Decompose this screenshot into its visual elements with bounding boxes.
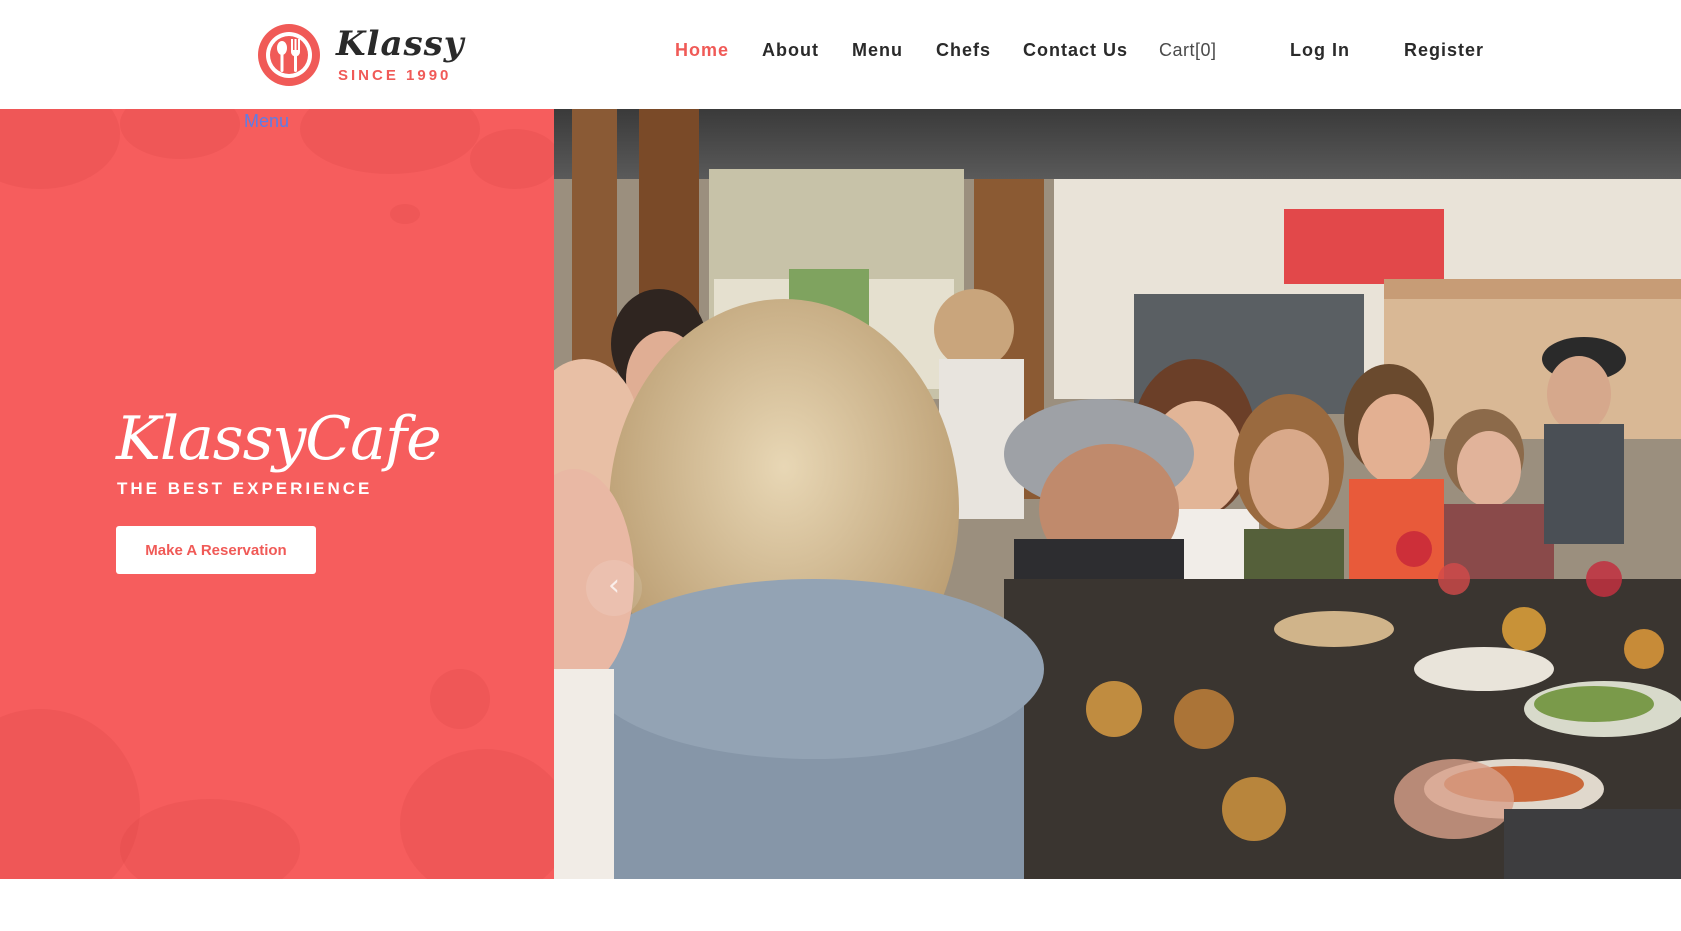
nav-log-in[interactable]: Log In	[1290, 40, 1350, 61]
restaurant-diners-photo	[554, 109, 1681, 879]
hero-subtitle: THE BEST EXPERIENCE	[117, 479, 373, 498]
make-reservation-button[interactable]: Make A Reservation	[116, 526, 316, 574]
menu-toggle-link[interactable]: Menu	[244, 111, 289, 132]
hero-banner: KlassyCafe THE BEST EXPERIENCE Make A Re…	[0, 109, 1681, 879]
site-header: Klassy SINCE 1990 Home About Menu Chefs …	[0, 0, 1681, 109]
nav-cart[interactable]: Cart[0]	[1159, 40, 1217, 61]
hero-title: KlassyCafe	[116, 404, 442, 474]
nav-register[interactable]: Register	[1404, 40, 1484, 61]
chevron-left-icon[interactable]: ‹	[586, 560, 642, 616]
page-bottom	[0, 879, 1681, 931]
nav-contact-us[interactable]: Contact Us	[1023, 40, 1128, 61]
hero-panel: KlassyCafe THE BEST EXPERIENCE Make A Re…	[0, 109, 554, 879]
logo-tagline: SINCE 1990	[338, 67, 452, 84]
main-nav: Home About Menu Chefs Contact Us Cart[0]…	[0, 40, 1681, 68]
nav-menu[interactable]: Menu	[852, 40, 903, 61]
nav-home[interactable]: Home	[675, 40, 729, 61]
nav-chefs[interactable]: Chefs	[936, 40, 991, 61]
nav-about[interactable]: About	[762, 40, 819, 61]
